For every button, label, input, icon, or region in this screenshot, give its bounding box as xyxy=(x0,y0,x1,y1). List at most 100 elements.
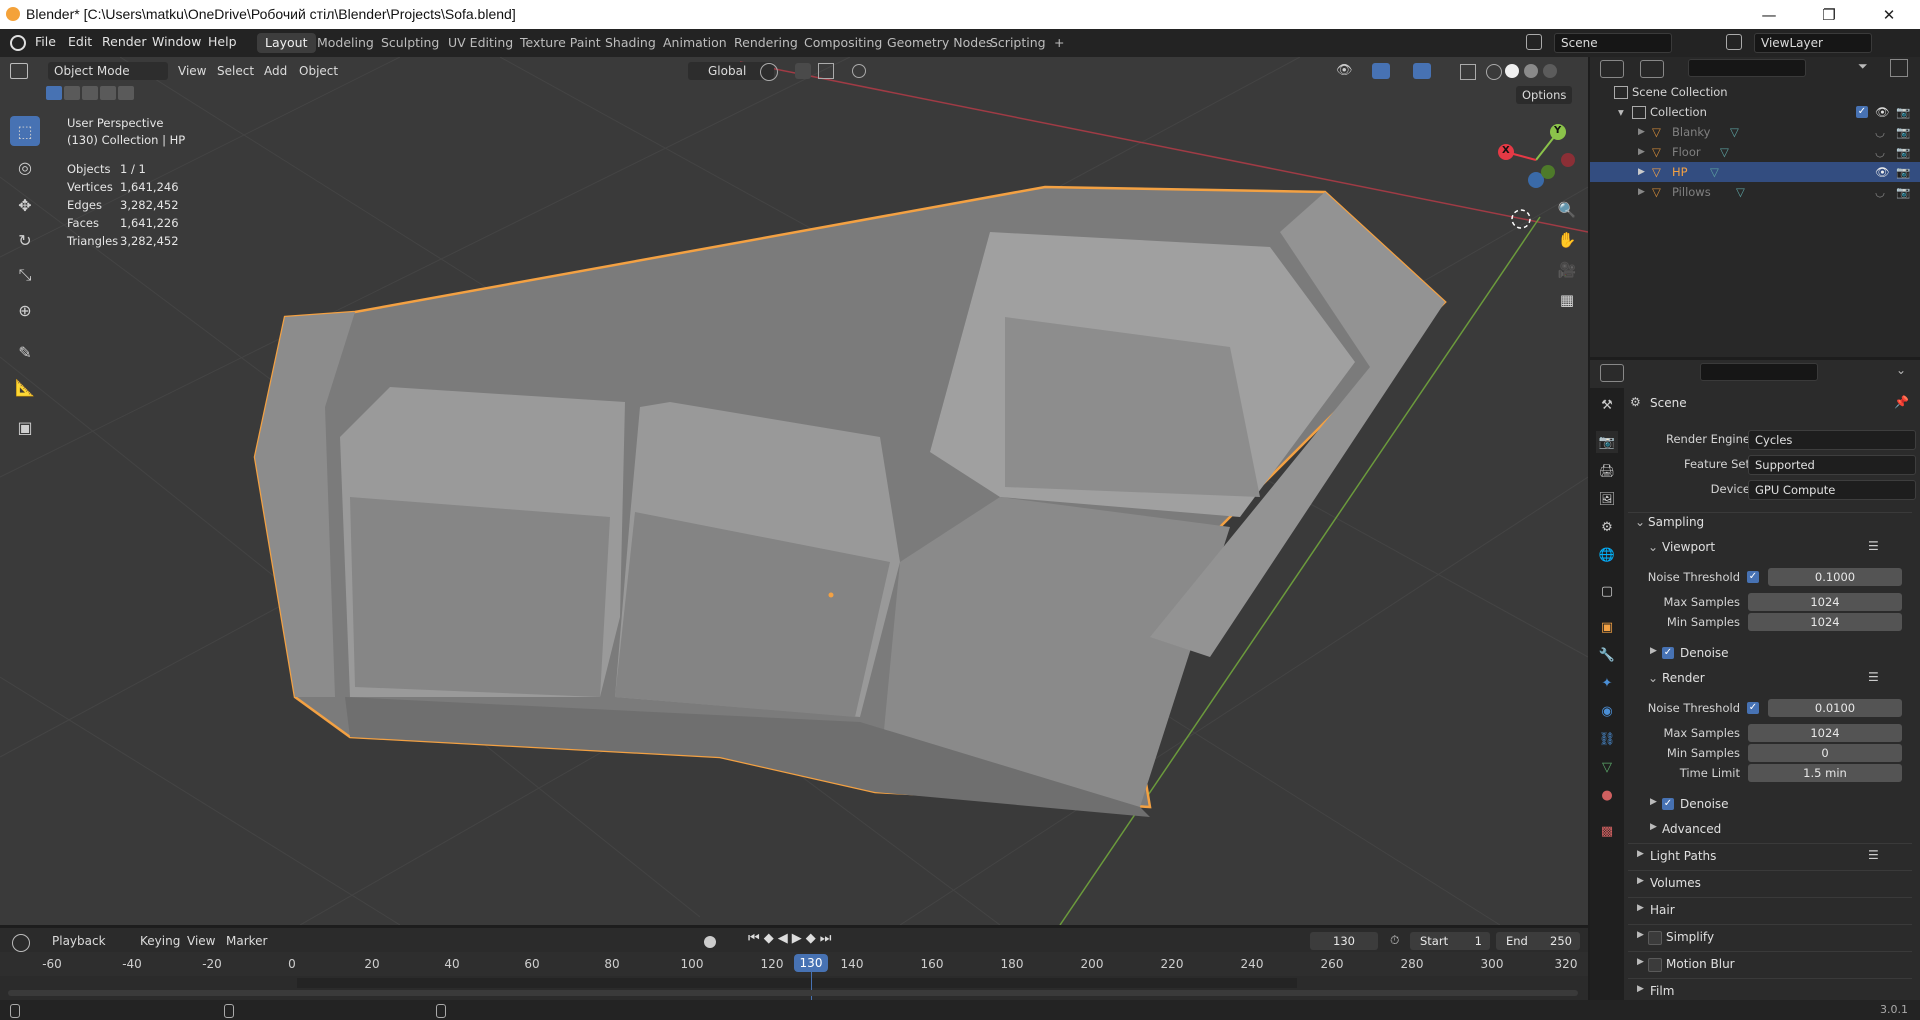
feature-set-dropdown[interactable]: Supported xyxy=(1748,455,1916,475)
annotate-tool[interactable]: ✎ xyxy=(10,337,40,367)
simplify-panel-header[interactable]: Simplify xyxy=(1666,930,1714,944)
select-invert-icon[interactable] xyxy=(100,86,116,100)
workspace-tab-scripting[interactable]: Scripting xyxy=(982,33,1054,53)
physics-tab-icon[interactable]: ◉ xyxy=(1596,700,1618,722)
timeline-view-menu[interactable]: View xyxy=(181,932,221,950)
shading-solid-icon[interactable] xyxy=(1505,64,1519,78)
close-button[interactable]: ✕ xyxy=(1866,0,1912,29)
device-dropdown[interactable]: GPU Compute xyxy=(1748,480,1916,500)
pivot-point-icon[interactable] xyxy=(760,63,778,81)
blender-menu-icon[interactable] xyxy=(10,35,26,51)
snap-target-icon[interactable] xyxy=(818,63,834,79)
texture-tab-icon[interactable]: ▩ xyxy=(1596,820,1618,842)
rotate-tool[interactable]: ↻ xyxy=(10,225,40,255)
outliner-row-object-selected[interactable]: ▶ ▽ HP ▽ 👁 📷 xyxy=(1590,162,1920,182)
minimize-button[interactable]: — xyxy=(1746,0,1792,29)
expand-arrow-icon[interactable]: ▶ xyxy=(1650,646,1657,656)
eye-closed-icon[interactable]: ◡ xyxy=(1875,142,1885,162)
eye-closed-icon[interactable]: ◡ xyxy=(1875,182,1885,202)
keying-menu[interactable]: Keying xyxy=(134,932,186,950)
viewport-denoise-checkbox[interactable]: ✓ xyxy=(1662,647,1674,659)
auto-keying-icon[interactable] xyxy=(704,936,716,948)
render-subpanel-header[interactable]: Render xyxy=(1662,671,1705,685)
transform-tool[interactable]: ⊕ xyxy=(10,295,40,325)
workspace-tab-animation[interactable]: Animation xyxy=(655,33,735,53)
stopwatch-icon[interactable]: ⏱ xyxy=(1390,933,1399,948)
select-new-icon[interactable] xyxy=(46,86,62,100)
display-mode-icon[interactable] xyxy=(1640,60,1664,78)
menu-window[interactable]: Window xyxy=(152,34,201,49)
outliner-row-scene-collection[interactable]: Scene Collection xyxy=(1590,82,1920,102)
camera-icon[interactable]: 📷 xyxy=(1896,182,1910,202)
workspace-tab-texture-paint[interactable]: Texture Paint xyxy=(512,33,609,53)
gizmo-toggle-icon[interactable] xyxy=(1372,63,1390,79)
collapse-arrow-icon[interactable]: ⌄ xyxy=(1648,540,1658,554)
data-tab-icon[interactable]: ▽ xyxy=(1596,756,1618,778)
select-box-tool[interactable]: ⬚ xyxy=(10,116,40,146)
workspace-tab-sculpting[interactable]: Sculpting xyxy=(373,33,447,53)
properties-options-icon[interactable]: ⌄ xyxy=(1896,363,1906,377)
scene-name-field[interactable]: Scene xyxy=(1554,33,1672,53)
zoom-icon[interactable]: 🔍 xyxy=(1555,201,1579,225)
outliner-row-object[interactable]: ▶ ▽ Floor ▽ ◡ 📷 xyxy=(1590,142,1920,162)
select-extend-icon[interactable] xyxy=(64,86,80,100)
presets-list-icon[interactable]: ☰ xyxy=(1868,848,1879,862)
current-frame-field[interactable]: 130 xyxy=(1310,932,1378,950)
camera-icon[interactable]: 📷 xyxy=(1896,142,1910,162)
particles-tab-icon[interactable]: ✦ xyxy=(1596,672,1618,694)
expand-arrow-icon[interactable]: ▶ xyxy=(1637,849,1644,859)
add-cube-tool[interactable]: ▣ xyxy=(10,412,40,442)
shading-material-icon[interactable] xyxy=(1524,64,1538,78)
viewport-menu-add[interactable]: Add xyxy=(258,62,293,80)
shading-rendered-icon[interactable] xyxy=(1543,64,1557,78)
mode-dropdown[interactable]: Object Mode xyxy=(48,62,168,80)
render-noise-field[interactable]: 0.0100 xyxy=(1768,699,1902,717)
expand-arrow-icon[interactable]: ▶ xyxy=(1637,876,1644,886)
viewport-menu-view[interactable]: View xyxy=(172,62,212,80)
select-intersect-icon[interactable] xyxy=(118,86,134,100)
workspace-tab-rendering[interactable]: Rendering xyxy=(726,33,806,53)
jump-start-icon[interactable]: ⏮ xyxy=(748,931,764,946)
proportional-edit-icon[interactable] xyxy=(852,64,866,78)
xray-toggle-icon[interactable] xyxy=(1460,64,1476,80)
new-collection-icon[interactable] xyxy=(1890,59,1908,77)
expand-arrow-icon[interactable]: ▶ xyxy=(1650,797,1657,807)
material-tab-icon[interactable]: ● xyxy=(1596,784,1618,806)
constraints-tab-icon[interactable]: ⛓ xyxy=(1596,728,1618,750)
workspace-tab-compositing[interactable]: Compositing xyxy=(796,33,890,53)
eye-icon[interactable]: 👁 xyxy=(1875,162,1890,182)
filter-icon[interactable]: ⏷ xyxy=(1858,59,1874,75)
measure-tool[interactable]: 📐 xyxy=(10,372,40,402)
simplify-checkbox[interactable] xyxy=(1648,931,1662,945)
render-noise-checkbox[interactable]: ✓ xyxy=(1747,702,1759,714)
exclude-checkbox[interactable]: ✓ xyxy=(1856,106,1868,118)
output-tab-icon[interactable]: 🖨 xyxy=(1596,460,1618,482)
time-limit-field[interactable]: 1.5 min xyxy=(1748,764,1902,782)
workspace-tab-layout[interactable]: Layout xyxy=(257,33,316,53)
outliner-search-input[interactable] xyxy=(1688,59,1806,77)
tool-tab-icon[interactable]: ⚒ xyxy=(1596,394,1618,416)
editor-type-icon[interactable] xyxy=(10,63,28,79)
expand-arrow-icon[interactable]: ▶ xyxy=(1637,984,1644,994)
camera-icon[interactable]: 📷 xyxy=(1896,102,1910,122)
expand-arrow-icon[interactable]: ▶ xyxy=(1638,182,1645,202)
expand-arrow-icon[interactable]: ▾ xyxy=(1618,102,1624,122)
viewport-min-field[interactable]: 1024 xyxy=(1748,613,1902,631)
pin-icon[interactable]: 📌 xyxy=(1894,395,1909,409)
advanced-subpanel-header[interactable]: Advanced xyxy=(1662,822,1721,836)
camera-icon[interactable]: 📷 xyxy=(1896,122,1910,142)
expand-arrow-icon[interactable]: ▶ xyxy=(1637,930,1644,940)
expand-arrow-icon[interactable]: ▶ xyxy=(1638,122,1645,142)
outliner-editor-icon[interactable] xyxy=(1600,60,1624,78)
scene-icon[interactable] xyxy=(1526,34,1542,50)
timeline-scrollbar[interactable] xyxy=(8,990,1578,996)
film-panel-header[interactable]: Film xyxy=(1650,984,1674,998)
outliner-row-collection[interactable]: ▾ Collection ✓ 👁 📷 xyxy=(1590,102,1920,122)
expand-arrow-icon[interactable]: ▶ xyxy=(1637,957,1644,967)
options-dropdown[interactable]: Options xyxy=(1516,86,1573,104)
render-max-field[interactable]: 1024 xyxy=(1748,724,1902,742)
menu-render[interactable]: Render xyxy=(102,34,147,49)
jump-end-icon[interactable]: ⏭ xyxy=(820,931,836,946)
properties-editor-icon[interactable] xyxy=(1600,364,1624,382)
collection-tab-icon[interactable]: ▢ xyxy=(1596,580,1618,602)
